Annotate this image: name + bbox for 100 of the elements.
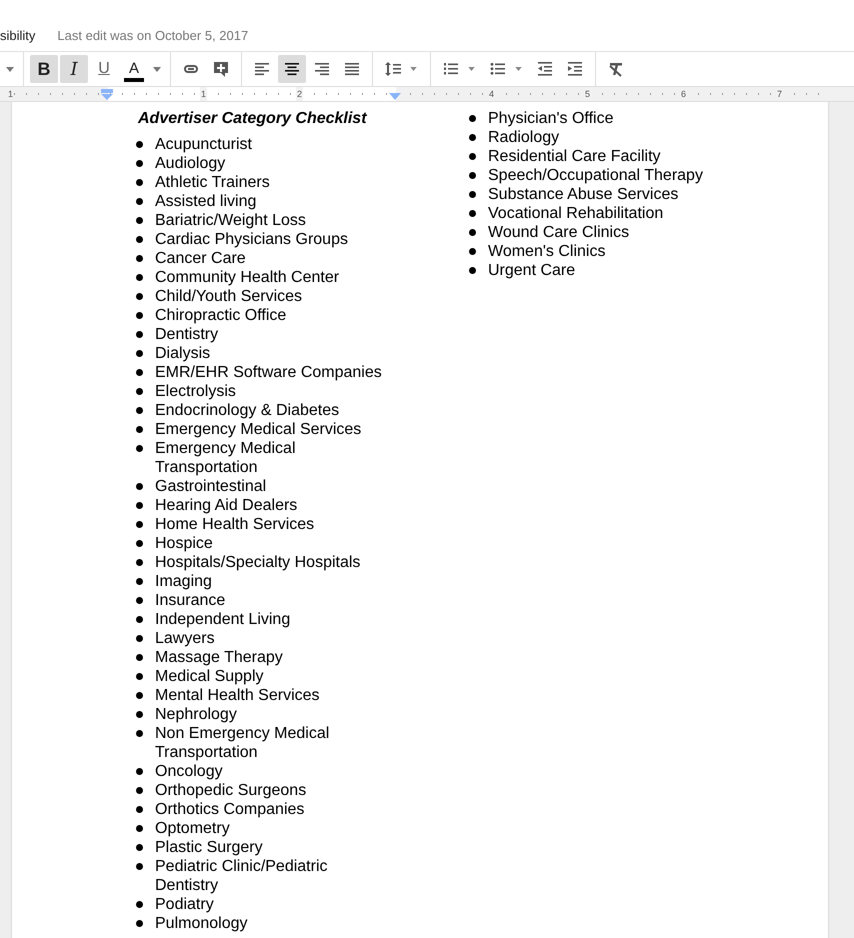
justify-icon <box>343 60 361 78</box>
bullet-icon <box>136 255 143 262</box>
bullet-icon <box>136 635 143 642</box>
bullet-icon <box>136 141 143 148</box>
list-item: Optometry <box>155 819 231 838</box>
bullet-icon <box>136 217 143 224</box>
bullet-icon <box>136 350 143 357</box>
list-item: Physician's Office <box>488 109 614 128</box>
list-item: Acupuncturist <box>155 135 253 154</box>
bullet-icon <box>469 153 476 160</box>
last-edit-link[interactable]: Last edit was on October 5, 2017 <box>57 28 248 43</box>
list-item: Plastic Surgery <box>155 838 264 857</box>
list-item: Orthopedic Surgeons <box>155 781 308 800</box>
bullet-icon <box>136 179 143 186</box>
list-item: Cardiac Physicians Groups <box>155 230 349 249</box>
list-item: Massage Therapy <box>155 648 284 667</box>
list-item: Emergency Medical Services <box>155 420 362 439</box>
list-item: Lawyers <box>155 629 216 648</box>
bullet-icon <box>136 692 143 699</box>
ruler-number: 1 <box>200 87 208 101</box>
ruler-number: 2 <box>296 87 304 101</box>
caret-icon[interactable] <box>468 67 475 71</box>
caret-icon[interactable] <box>515 67 522 71</box>
bullet-icon <box>136 445 143 452</box>
bullet-icon <box>136 863 143 870</box>
bullet-icon <box>136 426 143 433</box>
list-item: Wound Care Clinics <box>488 223 630 242</box>
list-item: Dialysis <box>155 344 212 363</box>
align-left-icon <box>253 60 271 78</box>
list-item: Audiology <box>155 154 226 173</box>
bullet-icon <box>136 502 143 509</box>
caret-icon[interactable] <box>6 66 14 72</box>
list-item: Speech/Occupational Therapy <box>488 166 704 185</box>
list-item: EMR/EHR Software Companies <box>155 363 383 382</box>
bullet-icon <box>469 248 476 255</box>
indent-marker-icon[interactable] <box>101 89 113 101</box>
italic-button[interactable]: I <box>60 55 88 83</box>
bullet-icon <box>136 407 143 414</box>
bullet-icon <box>136 483 143 490</box>
caret-icon[interactable] <box>410 67 417 71</box>
list-item: Vocational Rehabilitation <box>488 204 664 223</box>
bullet-icon <box>136 540 143 547</box>
checklist-title: Advertiser Category Checklist <box>138 109 368 128</box>
list-item: Radiology <box>488 128 560 147</box>
clear-icon[interactable] <box>607 60 625 78</box>
comment-icon[interactable] <box>212 60 230 78</box>
indent-icon[interactable] <box>566 60 584 78</box>
bullet-icon <box>136 825 143 832</box>
bullet-icon <box>136 711 143 718</box>
list-item: Hearing Aid Dealers <box>155 496 298 515</box>
list-item: Imaging <box>155 572 213 591</box>
bullet-icon <box>136 730 143 737</box>
bullet-icon <box>136 293 143 300</box>
bullet-icon <box>136 274 143 281</box>
list-item: Insurance <box>155 591 226 610</box>
list-item: Athletic Trainers <box>155 173 271 192</box>
list-item: Non Emergency Medical Transportation <box>155 724 330 762</box>
list-item: Orthotics Companies <box>155 800 306 819</box>
list-item: Pulmonology <box>155 914 248 933</box>
list-item: Cancer Care <box>155 249 247 268</box>
bullet-icon <box>469 267 476 274</box>
list-item: Independent Living <box>155 610 292 629</box>
bullet-icon <box>136 901 143 908</box>
list-item: Chiropractic Office <box>155 306 288 325</box>
list-item: Assisted living <box>155 192 258 211</box>
spacing-icon[interactable] <box>384 60 402 78</box>
list-item: Electrolysis <box>155 382 237 401</box>
bullet-icon <box>136 312 143 319</box>
list-item: Residential Care Facility <box>488 147 662 166</box>
bullet-icon <box>469 191 476 198</box>
align-center-button[interactable] <box>278 55 306 83</box>
bold-button[interactable]: B <box>30 55 58 83</box>
bullet-icon <box>136 654 143 661</box>
list-item: Podiatry <box>155 895 215 914</box>
list-item: Home Health Services <box>155 515 316 534</box>
bullet-icon <box>136 920 143 927</box>
bullet-icon <box>136 521 143 528</box>
bullet-icon <box>136 388 143 395</box>
list-item: Oncology <box>155 762 224 781</box>
bullet-icon <box>136 369 143 376</box>
bullet-icon <box>136 844 143 851</box>
list-item: Hospice <box>155 534 214 553</box>
bullet-icon <box>136 160 143 167</box>
list-item: Hospitals/Specialty Hospitals <box>155 553 362 572</box>
bullet-icon <box>469 134 476 141</box>
bullet-icon <box>136 236 143 243</box>
list-item: Dentistry <box>155 325 220 344</box>
bullet-icon <box>136 616 143 623</box>
bullet-icon <box>469 229 476 236</box>
align-center-icon <box>283 60 301 78</box>
caret-icon[interactable] <box>153 66 161 72</box>
document-title[interactable]: sibility <box>0 28 36 43</box>
bullet-icon <box>136 597 143 604</box>
list-item: Endocrinology & Diabetes <box>155 401 340 420</box>
outdent-icon[interactable] <box>536 60 554 78</box>
bullet-icon <box>136 787 143 794</box>
list-item: Women's Clinics <box>488 242 606 261</box>
bullet-icon <box>469 210 476 217</box>
align-right-icon <box>313 60 331 78</box>
list-item: Nephrology <box>155 705 238 724</box>
